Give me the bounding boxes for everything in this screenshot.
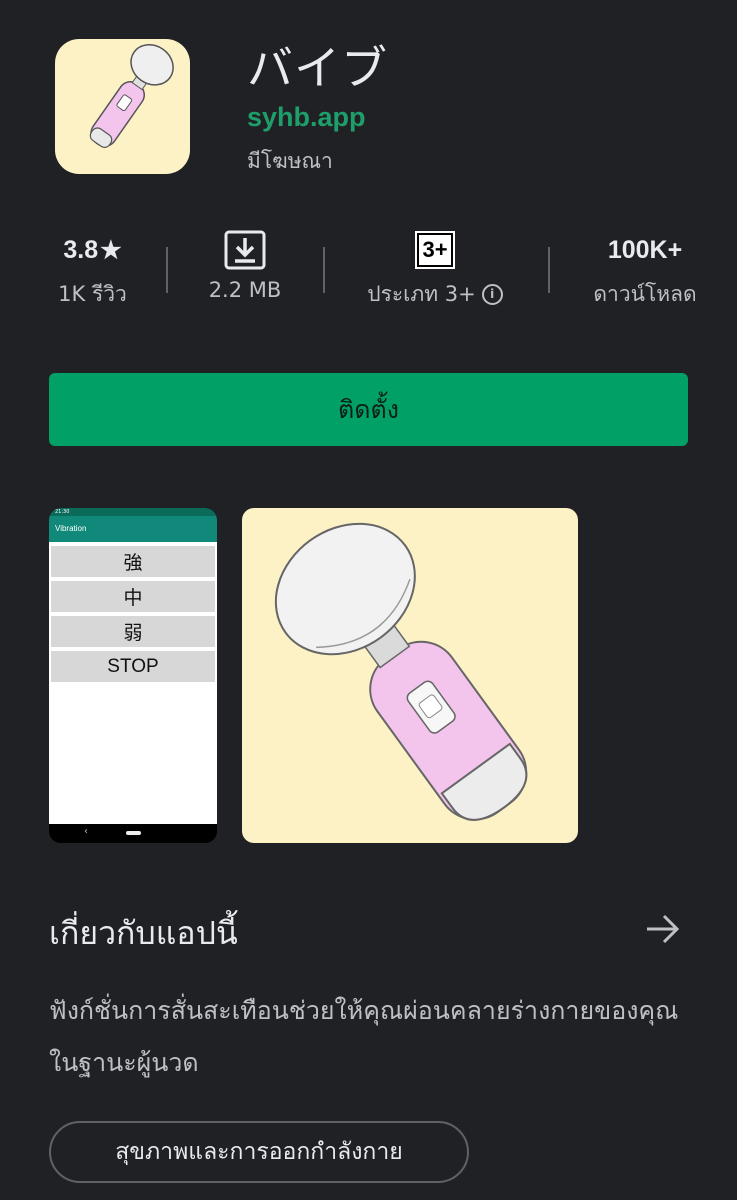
home-pill-icon (126, 831, 141, 835)
about-title: เกี่ยวกับแอปนี้ (49, 914, 238, 952)
about-description: ฟังก์ชั่นการสั่นสะเทือนช่วยให้คุณผ่อนคลา… (49, 996, 679, 1077)
contains-ads-label: มีโฆษณา (247, 149, 333, 173)
app-icon (55, 39, 190, 174)
install-button[interactable]: ติดตั้ง (49, 373, 688, 446)
phone-button-strong: 強 (51, 546, 215, 577)
back-icon: ‹ (84, 826, 88, 837)
developer-link[interactable]: syhb.app (247, 102, 366, 133)
phone-body: 強 中 弱 STOP (49, 542, 217, 824)
arrow-right-icon[interactable] (644, 910, 682, 948)
stat-divider (323, 247, 325, 293)
stat-divider (548, 247, 550, 293)
stat-size: 2.2 MB (195, 230, 295, 302)
phone-app-bar: Vibration (49, 516, 217, 542)
category-chip[interactable]: สุขภาพและการออกกำลังกาย (49, 1121, 469, 1183)
stat-content-rating[interactable]: 3+ ประเภท 3+ i (355, 230, 515, 311)
phone-status-bar: 21:30 (49, 508, 217, 516)
info-icon[interactable]: i (481, 284, 503, 305)
app-title: バイブ (247, 41, 388, 95)
massager-illustration (274, 522, 528, 821)
app-size: 2.2 MB (208, 278, 282, 302)
downloads-value: 100K+ (607, 235, 683, 264)
phone-nav-bar: ‹ (49, 824, 217, 843)
download-icon (224, 230, 266, 270)
stat-rating[interactable]: 3.8 ★ 1K รีวิว (50, 230, 135, 311)
screenshot-illustration[interactable] (242, 508, 578, 843)
age-rating-badge: 3+ (415, 231, 455, 269)
reviews-count: 1K รีวิว (58, 282, 127, 306)
massager-icon (89, 44, 174, 148)
rating-value: 3.8 (63, 235, 99, 264)
downloads-label: ดาวน์โหลด (593, 282, 697, 306)
screenshot-phone[interactable]: 21:30 Vibration 強 中 弱 STOP ‹ (49, 508, 217, 843)
phone-button-stop: STOP (51, 651, 215, 682)
content-rating-label: ประเภท 3+ (367, 282, 476, 306)
phone-button-medium: 中 (51, 581, 215, 612)
stat-downloads: 100K+ ดาวน์โหลด (580, 230, 710, 311)
stat-divider (166, 247, 168, 293)
phone-button-weak: 弱 (51, 616, 215, 647)
star-icon: ★ (100, 236, 122, 264)
